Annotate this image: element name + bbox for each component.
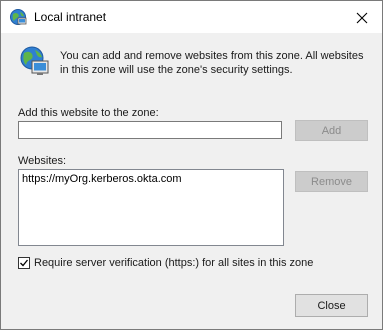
require-https-option[interactable]: Require server verification (https:) for… xyxy=(18,256,313,270)
local-intranet-dialog: Local intranet You can add and remove we… xyxy=(0,0,383,330)
list-item[interactable]: https://myOrg.kerberos.okta.com xyxy=(22,173,182,185)
checkmark-icon xyxy=(20,259,29,267)
dialog-title: Local intranet xyxy=(34,10,107,24)
close-button[interactable]: Close xyxy=(295,294,368,317)
websites-list[interactable]: https://myOrg.kerberos.okta.com xyxy=(18,169,284,246)
zone-info-text: You can add and remove websites from thi… xyxy=(60,50,364,76)
require-https-checkbox[interactable] xyxy=(18,257,30,269)
title-bar: Local intranet xyxy=(1,1,382,33)
remove-button[interactable]: Remove xyxy=(295,171,368,192)
add-site-label: Add this website to the zone: xyxy=(18,107,159,119)
add-site-input[interactable] xyxy=(18,121,282,139)
close-icon[interactable] xyxy=(348,7,376,29)
globe-monitor-icon xyxy=(18,45,50,77)
add-button[interactable]: Add xyxy=(295,120,368,141)
require-https-label: Require server verification (https:) for… xyxy=(34,257,314,269)
globe-intranet-icon xyxy=(9,8,27,26)
websites-label: Websites: xyxy=(18,155,67,167)
